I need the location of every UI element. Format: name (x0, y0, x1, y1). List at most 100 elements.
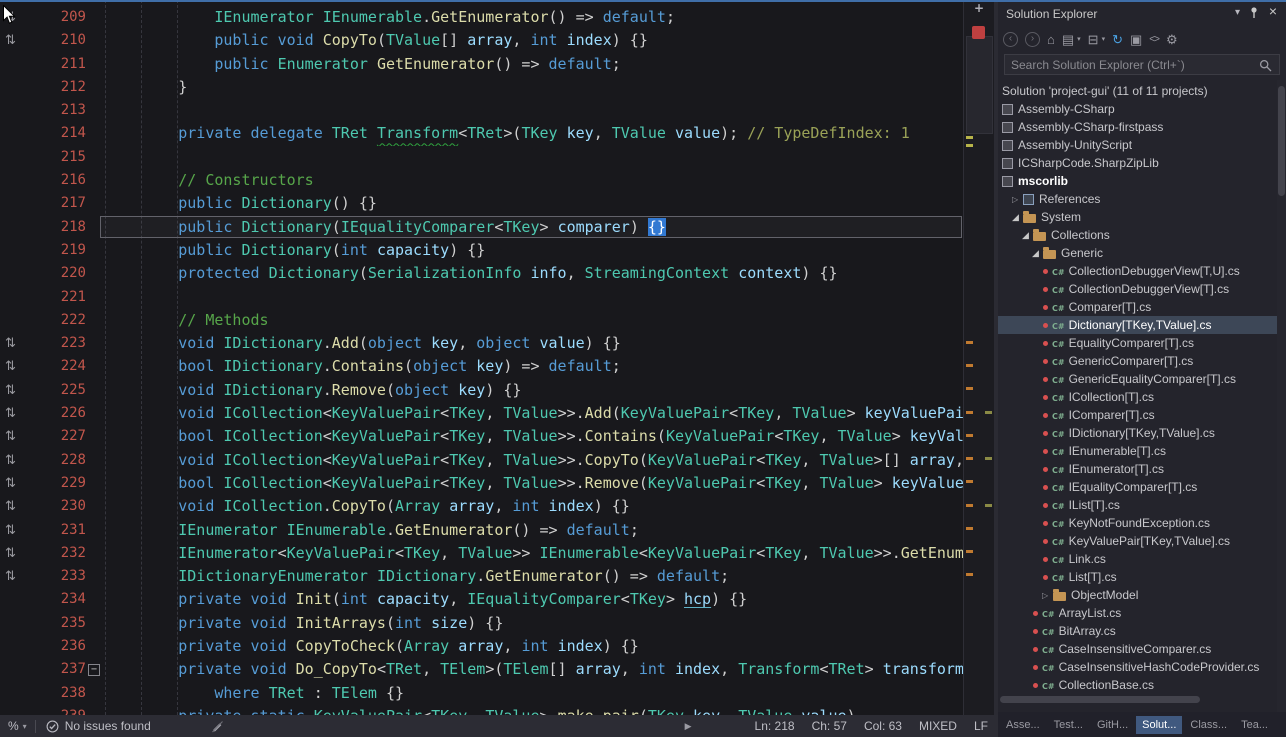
code-line[interactable]: 222 // Methods (0, 309, 963, 332)
pin-icon[interactable] (1248, 6, 1260, 22)
splitter-handle-icon[interactable]: + (974, 1, 984, 15)
line-number[interactable]: 236 (18, 635, 86, 658)
line-ending-indicator[interactable]: LF (974, 719, 988, 733)
line-number[interactable]: 212 (18, 76, 86, 99)
encoding-indicator[interactable]: MIXED (919, 719, 957, 733)
reference-arrows-icon[interactable]: ⇅ (5, 355, 16, 378)
line-number[interactable]: 211 (18, 53, 86, 76)
code-line[interactable]: ⇅227 bool ICollection<KeyValuePair<TKey,… (0, 425, 963, 448)
code-line[interactable]: ⇅229 bool ICollection<KeyValuePair<TKey,… (0, 472, 963, 495)
code-line[interactable]: 217 public Dictionary() {} (0, 192, 963, 215)
output-expand-icon[interactable]: ▶ (685, 721, 692, 732)
line-number[interactable]: 233 (18, 565, 86, 588)
reference-arrows-icon[interactable]: ⇅ (5, 565, 16, 588)
tree-item[interactable]: IEnumerable[T].cs (998, 442, 1277, 460)
view-code-icon[interactable]: <> (1149, 32, 1159, 47)
tool-window-tab[interactable]: Class... (1184, 716, 1233, 734)
properties-icon[interactable]: ⚙ (1166, 32, 1178, 47)
code-line[interactable]: 211 public Enumerator GetEnumerator() =>… (0, 53, 963, 76)
line-number[interactable]: 238 (18, 682, 86, 705)
tree-item[interactable]: Assembly-UnityScript (998, 136, 1277, 154)
line-number[interactable]: 231 (18, 519, 86, 542)
code-line[interactable]: ⇅210 public void CopyTo(TValue[] array, … (0, 29, 963, 52)
tree-item[interactable]: IDictionary[TKey,TValue].cs (998, 424, 1277, 442)
filter-icon[interactable]: ⊟ (1088, 32, 1099, 47)
code-editor[interactable]: ⇅209 IEnumerator IEnumerable.GetEnumerat… (0, 0, 963, 715)
tree-item[interactable]: List[T].cs (998, 568, 1277, 586)
tree-item[interactable]: CollectionDebuggerView[T].cs (998, 280, 1277, 298)
code-line[interactable]: 214 private delegate TRet Transform<TRet… (0, 122, 963, 145)
tree-item[interactable]: Link.cs (998, 550, 1277, 568)
code-line[interactable]: 221 (0, 286, 963, 309)
tree-vertical-scrollbar[interactable] (1277, 80, 1286, 712)
line-number[interactable]: 235 (18, 612, 86, 635)
chevron-down-icon[interactable]: ▾ (23, 722, 27, 731)
tree-item[interactable]: Dictionary[TKey,TValue].cs (998, 316, 1277, 334)
code-line[interactable]: 236 private void CopyToCheck(Array array… (0, 635, 963, 658)
switch-views-icon[interactable]: ▤ (1062, 32, 1074, 47)
tree-item[interactable]: Assembly-CSharp (998, 100, 1277, 118)
line-number[interactable]: 216 (18, 169, 86, 192)
code-line[interactable]: ⇅223 void IDictionary.Add(object key, ob… (0, 332, 963, 355)
chevron-down-icon[interactable]: ▾ (1102, 35, 1106, 43)
line-number[interactable]: 221 (18, 286, 86, 309)
line-number[interactable]: 228 (18, 449, 86, 472)
line-number[interactable]: 225 (18, 379, 86, 402)
window-position-icon[interactable]: ▾ (1235, 7, 1240, 18)
tree-item[interactable]: GenericEqualityComparer[T].cs (998, 370, 1277, 388)
fold-collapse-icon[interactable]: − (88, 664, 100, 676)
line-number[interactable]: 217 (18, 192, 86, 215)
code-line[interactable]: 238 where TRet : TElem {} (0, 682, 963, 705)
char-indicator[interactable]: Ch: 57 (812, 719, 847, 733)
line-number[interactable]: 227 (18, 425, 86, 448)
line-number[interactable]: 209 (18, 6, 86, 29)
tree-item[interactable]: ArrayList.cs (998, 604, 1277, 622)
line-number[interactable]: 239 (18, 705, 86, 715)
tree-collapsed-icon[interactable]: ▷ (1012, 195, 1023, 204)
tree-item[interactable]: CollectionBase.cs (998, 676, 1277, 694)
reference-arrows-icon[interactable]: ⇅ (5, 379, 16, 402)
code-line[interactable]: ⇅228 void ICollection<KeyValuePair<TKey,… (0, 449, 963, 472)
line-number[interactable]: 218 (18, 216, 86, 239)
tree-item[interactable]: Assembly-CSharp-firstpass (998, 118, 1277, 136)
code-line[interactable]: 234 private void Init(int capacity, IEqu… (0, 588, 963, 611)
line-number[interactable]: 237 (18, 658, 86, 681)
nav-forward-icon[interactable]: › (1025, 32, 1040, 47)
reference-arrows-icon[interactable]: ⇅ (5, 425, 16, 448)
refresh-icon[interactable]: ↻ (1112, 32, 1123, 47)
tree-item[interactable]: ◢Generic (998, 244, 1277, 262)
zoom-control[interactable]: % (8, 719, 19, 733)
reference-arrows-icon[interactable]: ⇅ (5, 29, 16, 52)
tree-item[interactable]: IEqualityComparer[T].cs (998, 478, 1277, 496)
tree-item[interactable]: IEnumerator[T].cs (998, 460, 1277, 478)
search-icon[interactable] (1259, 59, 1272, 72)
code-line[interactable]: 216 // Constructors (0, 169, 963, 192)
tree-item[interactable]: BitArray.cs (998, 622, 1277, 640)
reference-arrows-icon[interactable]: ⇅ (5, 449, 16, 472)
tree-item[interactable]: CollectionDebuggerView[T,U].cs (998, 262, 1277, 280)
reference-arrows-icon[interactable]: ⇅ (5, 332, 16, 355)
code-line[interactable]: 218 public Dictionary(IEqualityComparer<… (0, 216, 963, 239)
line-number[interactable]: 224 (18, 355, 86, 378)
tree-item[interactable]: ▷ObjectModel (998, 586, 1277, 604)
line-number[interactable]: 215 (18, 146, 86, 169)
close-icon[interactable]: × (1269, 3, 1277, 19)
tree-item[interactable]: GenericComparer[T].cs (998, 352, 1277, 370)
tool-window-tab[interactable]: Asse... (1000, 716, 1046, 734)
code-line[interactable]: ⇅233 IDictionaryEnumerator IDictionary.G… (0, 565, 963, 588)
tree-item[interactable]: Comparer[T].cs (998, 298, 1277, 316)
tree-item[interactable]: KeyValuePair[TKey,TValue].cs (998, 532, 1277, 550)
tree-item[interactable]: IComparer[T].cs (998, 406, 1277, 424)
nav-back-icon[interactable]: ‹ (1003, 32, 1018, 47)
home-icon[interactable]: ⌂ (1047, 32, 1055, 47)
tool-window-tab[interactable]: Tea... (1235, 716, 1274, 734)
code-line[interactable]: ⇅225 void IDictionary.Remove(object key)… (0, 379, 963, 402)
line-number[interactable]: 229 (18, 472, 86, 495)
line-number[interactable]: 232 (18, 542, 86, 565)
tree-item[interactable]: KeyNotFoundException.cs (998, 514, 1277, 532)
scrollbar-thumb[interactable] (966, 36, 993, 134)
line-indicator[interactable]: Ln: 218 (755, 719, 795, 733)
line-number[interactable]: 219 (18, 239, 86, 262)
line-number[interactable]: 220 (18, 262, 86, 285)
line-number[interactable]: 226 (18, 402, 86, 425)
